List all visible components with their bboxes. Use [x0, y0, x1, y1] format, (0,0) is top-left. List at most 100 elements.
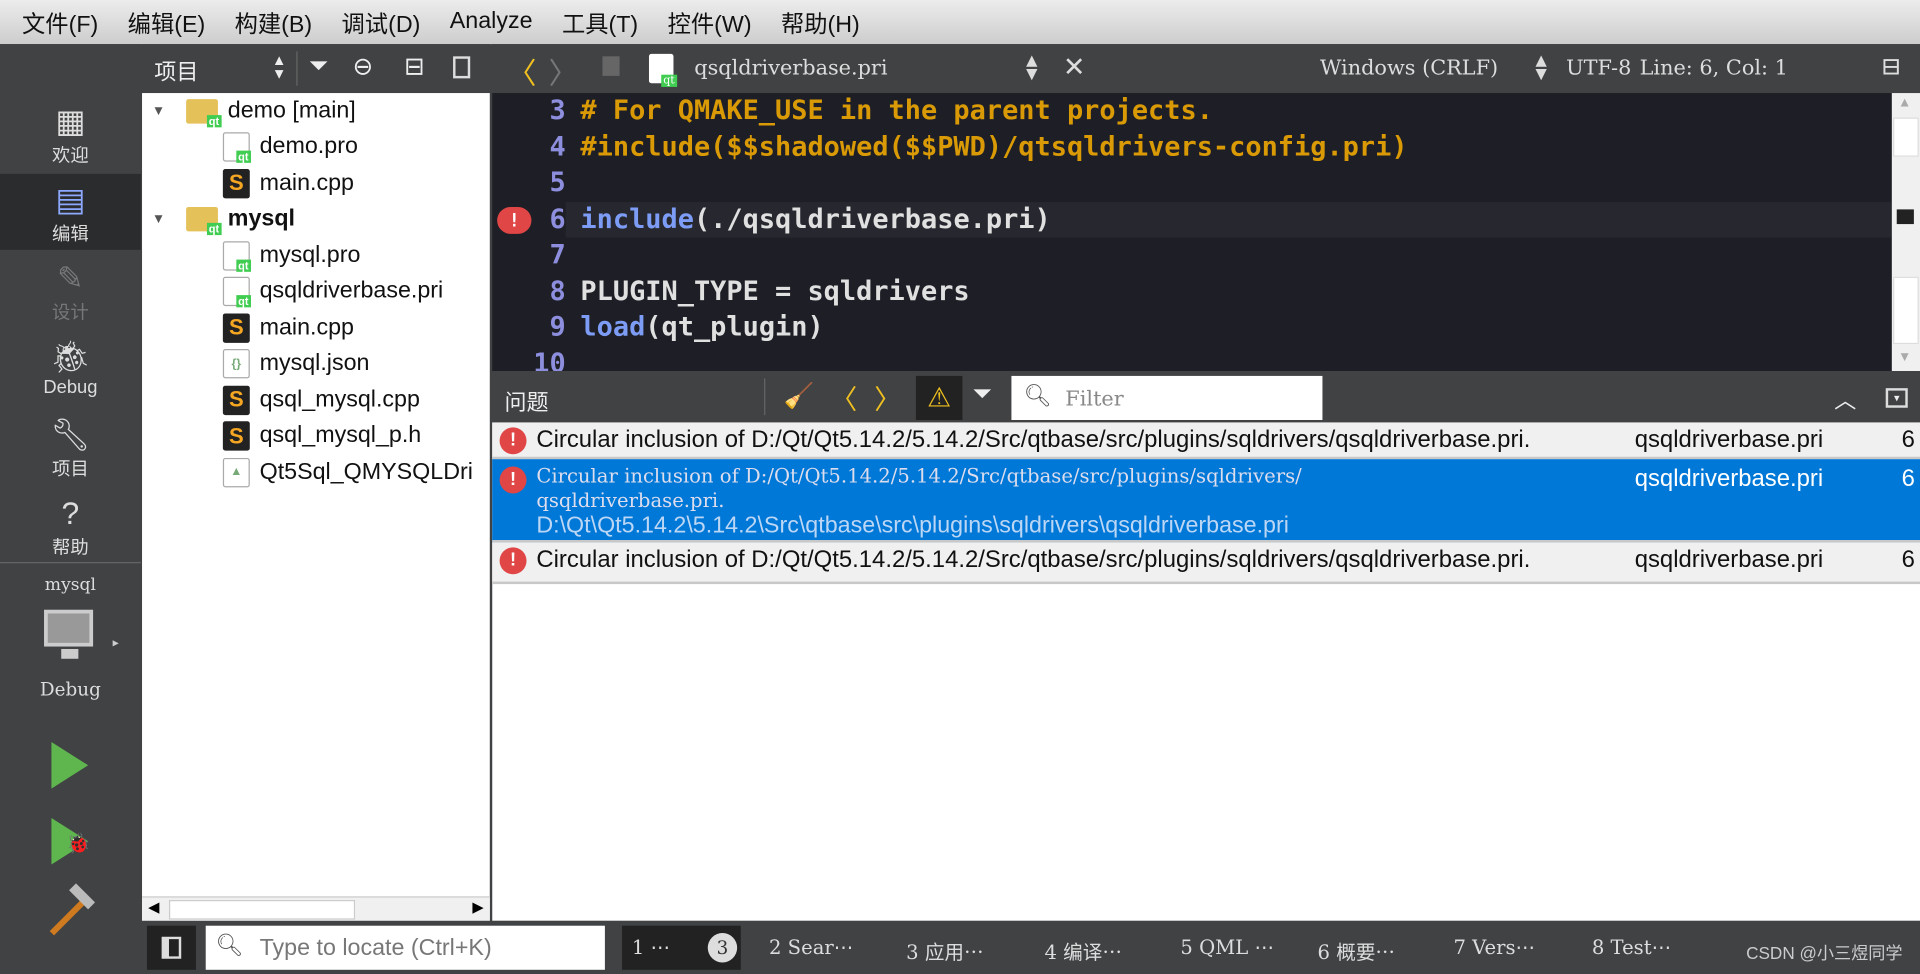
project-panel-header: 项目 ▲ ▼ ⏷ ⊖ ⊟	[142, 44, 490, 94]
monitor-icon	[44, 609, 94, 647]
forward-button[interactable]: 〉	[549, 49, 578, 92]
tree-item[interactable]: Smain.cpp	[222, 310, 354, 346]
output-pane-button[interactable]: 5 QML ⋯	[1180, 936, 1274, 959]
issue-row[interactable]: ! Circular inclusion of D:/Qt/Qt5.14.2/5.…	[492, 422, 1920, 460]
issues-filter-input[interactable]: 🔍︎ Filter	[1011, 375, 1323, 421]
menu-item[interactable]: 帮助(H)	[781, 6, 860, 39]
expand-arrow-icon[interactable]: ▼	[152, 212, 176, 227]
filter-icon[interactable]: ⏷	[309, 53, 329, 81]
output-pane-button[interactable]: 7 Vers⋯	[1453, 936, 1535, 959]
menu-item[interactable]: 构建(B)	[235, 6, 313, 39]
output-pane-button[interactable]: 8 Test⋯	[1592, 936, 1671, 959]
split-editor-icon[interactable]: ⊟	[1881, 51, 1902, 80]
tree-item[interactable]: Smain.cpp	[222, 165, 354, 201]
maximize-icon[interactable]: ︿	[1834, 383, 1856, 415]
mode-pencil[interactable]: ✎ 设计	[0, 252, 141, 328]
tree-item[interactable]: qsqldriverbase.pri	[222, 274, 443, 310]
expand-arrow-icon[interactable]: ▼	[152, 103, 176, 118]
tree-item[interactable]: ▼ mysql	[152, 201, 295, 237]
tree-item-label: mysql.pro	[259, 241, 361, 268]
filter-placeholder: Filter	[1065, 386, 1124, 412]
tree-item[interactable]: Sqsql_mysql_p.h	[222, 418, 421, 454]
menu-item[interactable]: Analyze	[450, 9, 533, 36]
grid-icon: ▦	[55, 102, 86, 140]
prev-issue-button[interactable]: 〈	[830, 378, 857, 417]
tree-item-label: mysql.json	[259, 350, 370, 376]
next-issue-button[interactable]: 〉	[874, 378, 901, 417]
debug-run-button[interactable]: 🐞	[51, 817, 91, 865]
lock-icon	[602, 56, 620, 76]
issue-row[interactable]: ! Circular inclusion of D:/Qt/Qt5.14.2/5.…	[492, 542, 1920, 585]
hide-pane-icon[interactable]: ▾	[1885, 388, 1908, 408]
error-icon: !	[499, 466, 527, 494]
status-bar: 🔍︎ Type to locate (Ctrl+K) 1 ⋯ 2 Sear⋯ 3 应…	[142, 920, 1920, 974]
code-token: #include($$shadowed($$PWD)/qtsqldrivers-…	[580, 131, 1408, 163]
mode-label: 欢迎	[52, 145, 89, 167]
issues-pane-header: 问题 🧹 〈 〉 ⚠ ⏷ 🔍︎ Filter ︿ ▾	[492, 371, 1920, 423]
fold-file-icon	[186, 206, 222, 236]
issue-row[interactable]: ! Circular inclusion of D:/Qt/Qt5.14.2/5.…	[492, 459, 1920, 543]
close-sidebar-icon[interactable]	[453, 56, 471, 79]
tree-item[interactable]: {} mysql.json	[222, 346, 370, 382]
mode-help[interactable]: ? 帮助	[0, 487, 141, 563]
view-selector-arrows[interactable]: ▲ ▼	[272, 53, 287, 81]
menu-item[interactable]: 控件(W)	[668, 6, 752, 39]
mode-grid[interactable]: ▦ 欢迎	[0, 96, 141, 172]
encoding-label[interactable]: UTF-8	[1566, 56, 1631, 80]
menu-bar: 文件(F) 编辑(E) 构建(B) 调试(D) Analyze 工具(T) 控件(W) 帮助(…	[0, 0, 1920, 45]
issue-file: qsqldriverbase.pri	[1634, 426, 1824, 454]
toggle-sidebar-button[interactable]	[146, 925, 196, 970]
output-pane-button[interactable]: 3 应用⋯	[906, 936, 983, 965]
tree-item[interactable]: Sqsql_mysql.cpp	[222, 382, 420, 418]
mode-bug[interactable]: 🐞︎ Debug	[0, 331, 141, 407]
menu-item[interactable]: 工具(T)	[562, 6, 638, 39]
run-button[interactable]	[51, 742, 89, 789]
issues-list: ! Circular inclusion of D:/Qt/Qt5.14.2/5.…	[492, 422, 1920, 921]
target-selector-button[interactable]	[44, 609, 95, 664]
clear-icon[interactable]: 🧹	[784, 381, 814, 412]
tree-item[interactable]: ▼ demo [main]	[152, 93, 356, 129]
filter-icon[interactable]: ⏷	[972, 381, 992, 409]
code-token: load	[580, 312, 646, 343]
file-selector[interactable]: qsqldriverbase.pri	[694, 56, 887, 80]
build-button[interactable]	[47, 883, 96, 938]
output-pane-button[interactable]: 4 编译⋯	[1044, 936, 1121, 965]
link-icon[interactable]: ⊖	[353, 51, 374, 82]
code-editor[interactable]: 3 # For QMAKE_USE in the parent projects.…	[492, 93, 1892, 372]
locator-placeholder: Type to locate (Ctrl+K)	[259, 935, 492, 962]
split-icon[interactable]: ⊟	[404, 51, 425, 82]
mode-edit[interactable]: ▤ 编辑	[0, 173, 141, 250]
line-ending-selector[interactable]: Windows (CRLF)	[1320, 56, 1498, 80]
warning-filter-toggle[interactable]: ⚠	[915, 375, 963, 421]
line-number: 9	[549, 312, 566, 343]
menu-item[interactable]: 编辑(E)	[128, 6, 206, 39]
issue-message-cont: qsqldriverbase.pri.	[536, 488, 725, 512]
menu-item[interactable]: 调试(D)	[342, 6, 421, 39]
output-pane-button[interactable]: 2 Sear⋯	[769, 936, 853, 959]
tree-item[interactable]: mysql.pro	[222, 238, 361, 274]
line-number: 6	[549, 203, 566, 235]
panel-title: 项目	[154, 60, 199, 85]
bug-icon: 🐞︎	[50, 337, 91, 375]
tree-item-label: qsql_mysql.cpp	[259, 386, 420, 413]
tree-item-label: demo [main]	[227, 97, 356, 124]
cursor-position[interactable]: Line: 6, Col: 1	[1640, 56, 1788, 80]
code-token: PLUGIN_TYPE = sqldrivers	[580, 276, 970, 307]
back-button[interactable]: 〈	[507, 49, 536, 92]
issues-count-badge: 3	[707, 933, 738, 963]
tree-item[interactable]: ▲ Qt5Sql_QMYSQLDri	[222, 454, 473, 490]
locator-input[interactable]: 🔍︎ Type to locate (Ctrl+K)	[205, 925, 605, 970]
close-file-icon[interactable]: ✕	[1063, 53, 1086, 84]
tree-item[interactable]: demo.pro	[222, 129, 358, 165]
menu-item[interactable]: 文件(F)	[22, 6, 98, 39]
mode-selector: ▦ 欢迎 ▤ 编辑 ✎ 设计 🐞︎ Debug 🔧︎ 项目? 帮助 mysql ▸ Debug 🐞	[0, 44, 141, 974]
vertical-scrollbar[interactable]: ▲ ▼	[1891, 93, 1920, 372]
target-project-label: mysql	[44, 575, 97, 596]
issue-message: Circular inclusion of D:/Qt/Qt5.14.2/5.1…	[536, 546, 1531, 574]
horizontal-scrollbar[interactable]: ◀ ▶	[142, 896, 490, 921]
output-pane-button[interactable]: 1 ⋯	[632, 936, 670, 959]
line-number: 5	[549, 167, 566, 199]
mode-wrench[interactable]: 🔧︎ 项目	[0, 409, 141, 485]
code-line: load(qt_plugin)	[580, 310, 823, 346]
output-pane-button[interactable]: 6 概要⋯	[1318, 936, 1395, 965]
